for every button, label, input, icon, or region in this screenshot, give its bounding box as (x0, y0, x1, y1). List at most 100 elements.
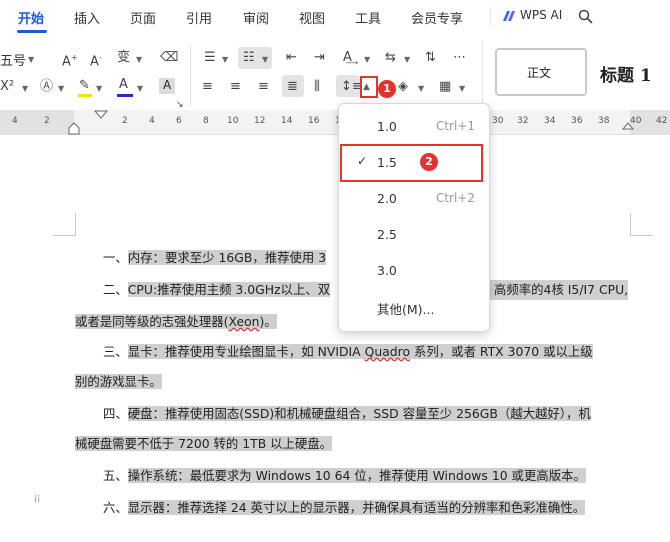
highlight-color-bar (78, 94, 92, 97)
doc-line-1[interactable]: 一、内存：要求至少 16GB，推荐使用 3 (75, 248, 327, 268)
superscript-icon[interactable]: X² (0, 79, 14, 95)
text-direction-chevron-down-icon[interactable]: ▼ (364, 55, 370, 64)
step-badge-2: 2 (420, 153, 438, 171)
ruler-number: 36 (571, 116, 583, 126)
clear-format-icon[interactable]: ⌫ (160, 50, 178, 66)
align-left-icon[interactable]: ≡ (202, 79, 213, 95)
tab-page[interactable]: 页面 (130, 8, 156, 27)
step-badge-1: 1 (378, 80, 396, 98)
style-normal-box[interactable]: 正文 (495, 48, 587, 96)
show-marks-icon[interactable]: ⋯ (453, 50, 466, 66)
sort-icon[interactable]: ⇅ (425, 50, 436, 66)
tab-review[interactable]: 审阅 (243, 8, 269, 27)
line-spacing-option-2-0[interactable]: 2.0 Ctrl+2 (339, 181, 489, 217)
font-color-bar (117, 94, 133, 97)
tab-view[interactable]: 视图 (299, 8, 325, 27)
increase-indent-icon[interactable]: ⇥ (314, 50, 325, 66)
line-spacing-option-2-5[interactable]: 2.5 (339, 217, 489, 253)
doc-line-4[interactable]: 三、显卡：推荐使用专业绘图显卡，如 NVIDIA Quadro 系列，或者 RT… (75, 342, 593, 362)
ruler-number: 2 (44, 116, 50, 126)
doc-line-2-tail[interactable]: 高频率的4核 I5/I7 CPU, (490, 280, 629, 300)
right-indent-marker-icon[interactable] (622, 122, 634, 134)
text-effect-icon[interactable]: Ⓐ (40, 79, 53, 95)
font-color-chevron-down-icon[interactable]: ▼ (137, 84, 143, 93)
text-direction-icon[interactable]: A͢ (343, 50, 352, 66)
doc-line-6[interactable]: 四、硬盘：推荐使用固态(SSD)和机械硬盘组合，SSD 容量至少 256GB（越… (75, 404, 591, 424)
numbered-list-chevron-down-icon[interactable]: ▼ (262, 55, 268, 64)
drag-handle-icon[interactable]: ⁞⁞ (34, 495, 44, 513)
search-icon[interactable] (578, 9, 593, 24)
wps-ai-button[interactable]: WPS AI (520, 8, 562, 22)
phonetic-guide-icon[interactable]: 变 (117, 50, 130, 66)
ruler-number: 32 (517, 116, 529, 126)
left-indent-marker-icon[interactable] (68, 122, 80, 136)
line-spacing-chevron-up-icon[interactable]: ▲ (363, 82, 370, 92)
font-color-icon[interactable]: A (119, 77, 128, 93)
doc-line-8[interactable]: 五、操作系统：最低要求为 Windows 10 64 位，推荐使用 Window… (75, 466, 586, 486)
doc-text-selected: 系列，或者 RTX 3070 或以上级 (410, 344, 593, 359)
ruler-number: 14 (281, 116, 293, 126)
option-label: 1.0 (377, 119, 397, 134)
doc-text-selected: Xeon (228, 314, 260, 329)
align-center-icon[interactable]: ≡ (230, 79, 241, 95)
doc-line-3[interactable]: 或者是同等级的志强处理器(Xeon)。 (75, 312, 277, 332)
numbered-list-icon[interactable]: ☷ (243, 50, 255, 66)
borders-icon[interactable]: ▦ (439, 79, 451, 95)
char-shading-icon[interactable]: A (159, 78, 175, 94)
tab-references[interactable]: 引用 (186, 8, 212, 27)
style-heading1-label[interactable]: 标题 1 (600, 61, 652, 86)
doc-text-selected: 硬盘：推荐使用固态(SSD)和机械硬盘组合，SSD 容量至少 256GB（越大越… (127, 406, 591, 421)
option-label: 其他(M)... (377, 302, 435, 317)
doc-line-9[interactable]: 六、显示器：推荐选择 24 英寸以上的显示器，并确保具有适当的分辨率和色彩准确性… (75, 498, 586, 518)
doc-text-selected: 内存：要求至少 16GB，推荐使用 3 (127, 250, 327, 265)
ruler-number: 30 (492, 116, 504, 126)
decrease-indent-icon[interactable]: ⇤ (286, 50, 297, 66)
document-page[interactable]: 一、内存：要求至少 16GB，推荐使用 3 二、CPU:推荐使用主频 3.0GH… (0, 135, 670, 542)
line-spacing-option-1-0[interactable]: 1.0 Ctrl+1 (339, 109, 489, 145)
tab-insert[interactable]: 插入 (74, 8, 100, 27)
bullet-list-icon[interactable]: ☰ (204, 50, 216, 66)
margin-corner-mark (630, 213, 653, 236)
doc-text-selected: 显示器：推荐选择 24 英寸以上的显示器，并确保具有适当的分辨率和色彩准确性。 (127, 500, 586, 515)
ribbon-toolbar: 五号 ▼ A+ A- 变 ▼ ⌫ ☰ ▼ ☷ ▼ ⇤ ⇥ A͢ ▼ ⇆ ▼ ⇅ … (0, 34, 670, 110)
text-wrap-chevron-down-icon[interactable]: ▼ (404, 55, 410, 64)
align-right-icon[interactable]: ≡ (258, 79, 269, 95)
font-size-select[interactable]: 五号 (0, 50, 26, 69)
phonetic-chevron-down-icon[interactable]: ▼ (136, 55, 142, 64)
horizontal-ruler[interactable]: 4 2 2 4 6 8 10 12 14 16 18 20 22 24 26 2… (0, 110, 670, 135)
doc-text: 一、 (103, 250, 128, 265)
justify-icon[interactable]: ≣ (287, 79, 298, 95)
ruler-number: 10 (227, 116, 239, 126)
first-line-indent-marker-icon[interactable] (94, 110, 108, 120)
distributed-align-icon[interactable]: ⫼ (314, 79, 320, 95)
doc-text: 五、 (103, 468, 128, 483)
toolbar-divider-2 (482, 42, 483, 106)
borders-chevron-down-icon[interactable]: ▼ (459, 84, 465, 93)
doc-text-selected: 或者是同等级的志强处理器( (75, 314, 229, 329)
doc-text-selected: 别的游戏显卡。 (75, 374, 162, 389)
doc-text-selected: 操作系统：最低要求为 Windows 10 64 位，推荐使用 Windows … (127, 468, 586, 483)
text-effect-chevron-down-icon[interactable]: ▼ (58, 84, 64, 93)
decrease-font-size-icon[interactable]: A- (90, 50, 102, 70)
line-spacing-option-3-0[interactable]: 3.0 (339, 253, 489, 289)
doc-line-7[interactable]: 械硬盘需要不低于 7200 转的 1TB 以上硬盘。 (75, 434, 333, 454)
line-spacing-option-other[interactable]: 其他(M)... (339, 289, 489, 325)
font-size-chevron-down-icon[interactable]: ▼ (28, 55, 34, 64)
tab-home[interactable]: 开始 (18, 8, 44, 27)
tab-tools[interactable]: 工具 (355, 8, 381, 27)
ruler-number: 2 (122, 116, 128, 126)
shading-chevron-down-icon[interactable]: ▼ (418, 84, 424, 93)
bullet-list-chevron-down-icon[interactable]: ▼ (222, 55, 228, 64)
text-wrap-icon[interactable]: ⇆ (385, 50, 396, 66)
doc-line-2[interactable]: 二、CPU:推荐使用主频 3.0GHz以上、双 (75, 280, 331, 300)
doc-line-5[interactable]: 别的游戏显卡。 (75, 372, 162, 392)
line-spacing-dropdown: 1.0 Ctrl+1 ✓ 1.5 2.0 Ctrl+2 2.5 3.0 其他(M… (338, 103, 490, 332)
increase-font-size-icon[interactable]: A+ (62, 50, 78, 70)
highlight-chevron-down-icon[interactable]: ▼ (96, 84, 102, 93)
doc-text: 六、 (103, 500, 128, 515)
option-shortcut: Ctrl+1 (435, 119, 475, 133)
superscript-chevron-down-icon[interactable]: ▼ (22, 84, 28, 93)
highlight-icon[interactable]: ✎ (79, 78, 90, 94)
paragraph-shading-icon[interactable]: ◈ (398, 79, 408, 95)
tab-member[interactable]: 会员专享 (411, 8, 463, 27)
